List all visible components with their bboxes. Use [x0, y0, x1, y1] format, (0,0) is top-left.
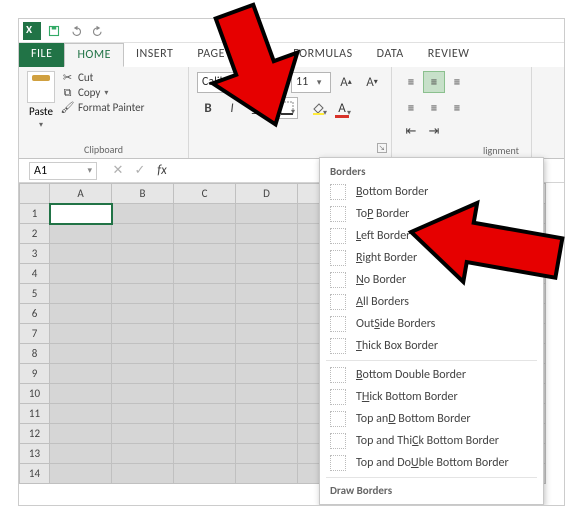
- row-header[interactable]: 5: [20, 284, 50, 304]
- menu-top-and-double-bottom-border[interactable]: Top and DoUble Bottom Border: [320, 452, 543, 474]
- clipboard-group-label: Clipboard: [27, 141, 180, 156]
- tab-review[interactable]: REVIEW: [416, 43, 482, 67]
- border-icon: [330, 184, 346, 200]
- border-icon: [330, 272, 346, 288]
- qat-undo-button[interactable]: [67, 22, 85, 40]
- font-color-button[interactable]: A: [331, 97, 353, 119]
- qat-save-button[interactable]: [45, 22, 63, 40]
- menu-top-border[interactable]: ToP Border: [320, 203, 543, 225]
- border-icon: [330, 411, 346, 427]
- format-painter-button[interactable]: 🖌Format Painter: [61, 101, 144, 114]
- borders-menu: Borders Bottom Border ToP Border Left Bo…: [319, 157, 544, 505]
- brush-icon: 🖌: [61, 101, 74, 114]
- menu-top-and-thick-bottom-border[interactable]: Top and ThiCk Bottom Border: [320, 430, 543, 452]
- row-header[interactable]: 8: [20, 344, 50, 364]
- align-middle-button[interactable]: ≡: [423, 71, 445, 93]
- menu-right-border[interactable]: Right Border: [320, 247, 543, 269]
- fill-color-button[interactable]: [307, 97, 329, 119]
- tab-file[interactable]: FILE: [19, 43, 64, 67]
- cut-button[interactable]: ✂Cut: [61, 71, 144, 84]
- col-header[interactable]: D: [236, 184, 298, 204]
- border-icon: [330, 294, 346, 310]
- increase-indent-button[interactable]: ⇥: [423, 120, 445, 142]
- cell[interactable]: [236, 204, 298, 224]
- menu-all-borders[interactable]: All Borders: [320, 291, 543, 313]
- select-all-cell[interactable]: [20, 184, 50, 204]
- cancel-formula-button[interactable]: ✕: [107, 163, 129, 178]
- cell[interactable]: [174, 204, 236, 224]
- align-right-button[interactable]: ≡: [446, 97, 468, 119]
- scissors-icon: ✂: [61, 71, 74, 84]
- tab-home[interactable]: HOME: [64, 43, 124, 67]
- excel-icon: [23, 22, 41, 40]
- row-header[interactable]: 7: [20, 324, 50, 344]
- menu-bottom-border[interactable]: Bottom Border: [320, 181, 543, 203]
- row-header[interactable]: 4: [20, 264, 50, 284]
- bold-button[interactable]: B: [197, 97, 219, 119]
- underline-button[interactable]: U: [245, 97, 267, 119]
- col-header[interactable]: A: [50, 184, 112, 204]
- cell[interactable]: [112, 204, 174, 224]
- border-icon: [330, 228, 346, 244]
- menu-thick-box-border[interactable]: Thick Box Border: [320, 335, 543, 357]
- align-center-button[interactable]: ≡: [423, 97, 445, 119]
- italic-button[interactable]: I: [221, 97, 243, 119]
- row-header[interactable]: 1: [20, 204, 50, 224]
- row-header[interactable]: 11: [20, 404, 50, 424]
- row-header[interactable]: 12: [20, 424, 50, 444]
- decrease-indent-button[interactable]: ⇤: [400, 120, 422, 142]
- borders-button[interactable]: [276, 97, 298, 119]
- menu-no-border[interactable]: No Border: [320, 269, 543, 291]
- alignment-group-label: lignment: [400, 142, 523, 157]
- border-icon: [330, 250, 346, 266]
- menu-top-and-bottom-border[interactable]: Top anD Bottom Border: [320, 408, 543, 430]
- copy-icon: ⧉: [61, 86, 74, 99]
- menu-left-border[interactable]: Left Border: [320, 225, 543, 247]
- qat-redo-button[interactable]: [89, 22, 107, 40]
- increase-font-button[interactable]: A▴: [335, 71, 357, 93]
- row-header[interactable]: 13: [20, 444, 50, 464]
- row-header[interactable]: 3: [20, 244, 50, 264]
- row-header[interactable]: 2: [20, 224, 50, 244]
- row-header[interactable]: 10: [20, 384, 50, 404]
- col-header[interactable]: C: [174, 184, 236, 204]
- font-launcher[interactable]: ↘: [377, 143, 387, 153]
- name-box[interactable]: A1▾: [29, 162, 97, 180]
- insert-function-button[interactable]: fx: [151, 163, 173, 178]
- border-icon: [330, 338, 346, 354]
- menu-outside-borders[interactable]: OutSide Borders: [320, 313, 543, 335]
- tab-insert[interactable]: INSERT: [124, 43, 185, 67]
- tab-data[interactable]: DATA: [365, 43, 416, 67]
- col-header[interactable]: B: [112, 184, 174, 204]
- decrease-font-button[interactable]: A▾: [361, 71, 383, 93]
- copy-button[interactable]: ⧉Copy▾: [61, 86, 144, 99]
- cell[interactable]: [50, 204, 112, 224]
- font-group-label: Fo↘: [197, 141, 383, 156]
- row-header[interactable]: 6: [20, 304, 50, 324]
- tab-page-layout[interactable]: PAGE LAYOUT: [185, 43, 281, 67]
- borders-menu-header: Borders: [320, 162, 543, 181]
- paste-button[interactable]: Paste ▾: [27, 71, 55, 130]
- align-bottom-button[interactable]: ≡: [446, 71, 468, 93]
- border-icon: [330, 367, 346, 383]
- row-header[interactable]: 9: [20, 364, 50, 384]
- font-name-combo[interactable]: Calibri▾: [197, 72, 287, 93]
- border-icon: [330, 316, 346, 332]
- enter-formula-button[interactable]: ✓: [129, 163, 151, 178]
- cell[interactable]: [50, 224, 112, 244]
- align-left-button[interactable]: ≡: [400, 97, 422, 119]
- border-icon: [330, 206, 346, 222]
- border-icon: [330, 455, 346, 471]
- border-icon: [330, 389, 346, 405]
- tab-formulas[interactable]: FORMULAS: [281, 43, 364, 67]
- menu-bottom-double-border[interactable]: Bottom Double Border: [320, 364, 543, 386]
- menu-thick-bottom-border[interactable]: THick Bottom Border: [320, 386, 543, 408]
- row-header[interactable]: 14: [20, 464, 50, 484]
- border-icon: [330, 433, 346, 449]
- paste-icon: [27, 71, 55, 103]
- font-size-combo[interactable]: 11▾: [291, 72, 331, 93]
- paste-label: Paste: [29, 105, 53, 118]
- align-top-button[interactable]: ≡: [400, 71, 422, 93]
- draw-borders-header: Draw Borders: [320, 481, 543, 500]
